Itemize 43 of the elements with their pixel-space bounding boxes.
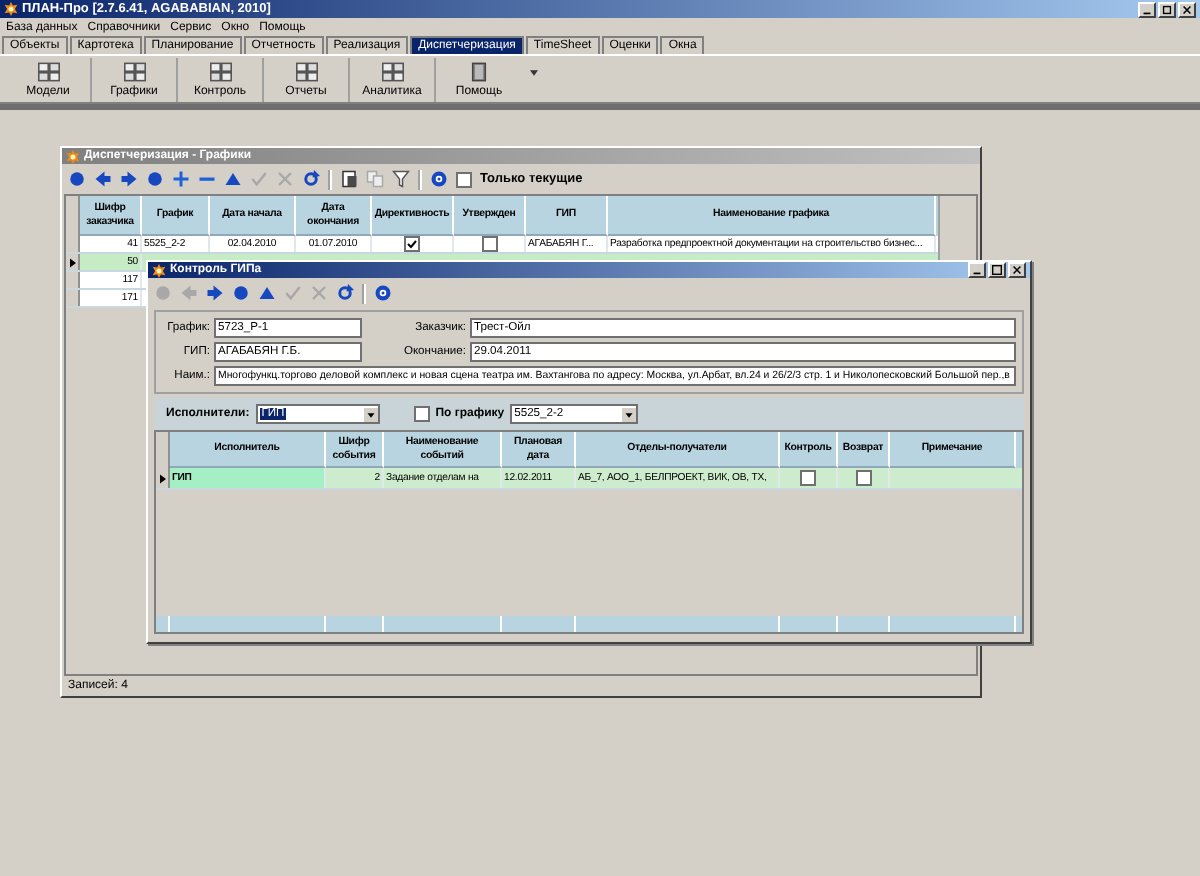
grid-icon [295,61,317,81]
row-pointer-icon [159,473,165,483]
checkbox[interactable] [404,236,420,252]
minimize-icon[interactable] [968,262,986,278]
help-icon[interactable] [374,284,392,302]
help-icon[interactable] [430,170,448,188]
grid-icon [381,61,403,81]
restore-icon[interactable] [1158,1,1176,17]
row-header[interactable] [156,468,170,488]
funnel-icon[interactable] [392,170,410,188]
refresh-icon[interactable] [302,170,320,188]
checkbox[interactable] [456,171,472,187]
close-icon[interactable] [1008,262,1026,278]
arrow-right-icon[interactable] [120,170,138,188]
circle-icon[interactable] [68,170,86,188]
minimize-icon[interactable] [1138,1,1156,17]
checkbox[interactable] [855,470,871,486]
gear-icon [66,149,80,163]
document-icon[interactable] [340,170,358,188]
gear-icon [4,2,18,16]
circle-icon[interactable] [232,284,250,302]
book-icon [468,61,490,81]
grid-icon [123,61,145,81]
plus-icon[interactable] [172,170,190,188]
dropdown-arrow-icon[interactable] [622,407,637,421]
triangle-up-icon[interactable] [258,284,276,302]
checkbox[interactable] [413,406,430,422]
circle-icon[interactable] [146,170,164,188]
grid-icon [209,61,231,81]
maximize-icon[interactable] [988,262,1006,278]
checkbox[interactable] [481,236,497,252]
row-pointer-icon [69,257,75,267]
caret-icon[interactable] [530,70,538,76]
arrow-left-icon[interactable] [94,170,112,188]
close-icon[interactable] [1178,1,1196,17]
checkbox[interactable] [800,470,816,486]
gear-icon [152,263,166,277]
refresh-icon[interactable] [336,284,354,302]
triangle-up-icon[interactable] [224,170,242,188]
row-header[interactable] [66,254,80,270]
grid-icon [37,61,59,81]
dropdown-arrow-icon[interactable] [363,407,378,421]
arrow-right-icon[interactable] [206,284,224,302]
